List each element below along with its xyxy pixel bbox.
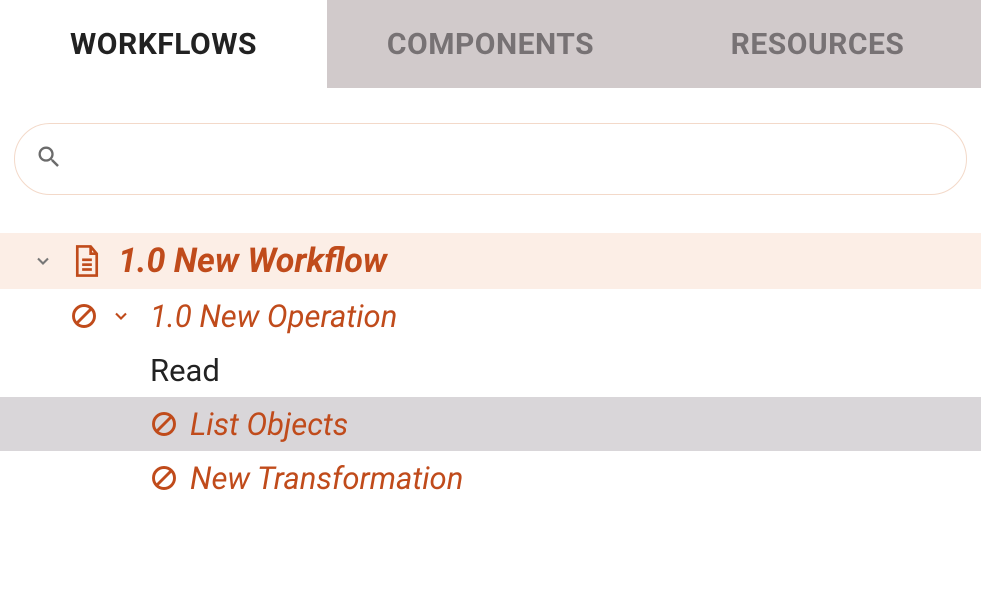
tree-new-transformation-label: New Transformation xyxy=(190,460,463,497)
tab-workflows-label: WORKFLOWS xyxy=(70,27,257,62)
search-box[interactable] xyxy=(14,123,967,195)
tree-list-objects-label: List Objects xyxy=(190,406,348,443)
tree-row-operation[interactable]: 1.0 New Operation xyxy=(0,289,981,343)
search-input[interactable] xyxy=(77,144,946,175)
tab-resources[interactable]: RESOURCES xyxy=(654,0,981,88)
tab-components-label: COMPONENTS xyxy=(387,27,594,62)
tab-resources-label: RESOURCES xyxy=(731,27,905,62)
tree: 1.0 New Workflow 1.0 New Operation Read … xyxy=(0,233,981,505)
search-icon xyxy=(35,143,63,175)
tree-row-read[interactable]: Read xyxy=(0,343,981,397)
tab-bar: WORKFLOWS COMPONENTS RESOURCES xyxy=(0,0,981,88)
tree-workflow-label: 1.0 New Workflow xyxy=(118,241,387,281)
tree-read-label: Read xyxy=(150,352,220,389)
chevron-down-icon[interactable] xyxy=(32,250,54,272)
block-icon xyxy=(150,464,178,492)
tree-operation-label: 1.0 New Operation xyxy=(150,298,397,335)
search-container xyxy=(0,88,981,213)
tree-row-workflow[interactable]: 1.0 New Workflow xyxy=(0,233,981,289)
tree-row-list-objects[interactable]: List Objects xyxy=(0,397,981,451)
tab-components[interactable]: COMPONENTS xyxy=(327,0,654,88)
chevron-down-icon[interactable] xyxy=(110,305,132,327)
tree-row-new-transformation[interactable]: New Transformation xyxy=(0,451,981,505)
tab-workflows[interactable]: WORKFLOWS xyxy=(0,0,327,88)
document-icon xyxy=(72,244,102,278)
block-icon xyxy=(150,410,178,438)
block-icon xyxy=(70,302,98,330)
